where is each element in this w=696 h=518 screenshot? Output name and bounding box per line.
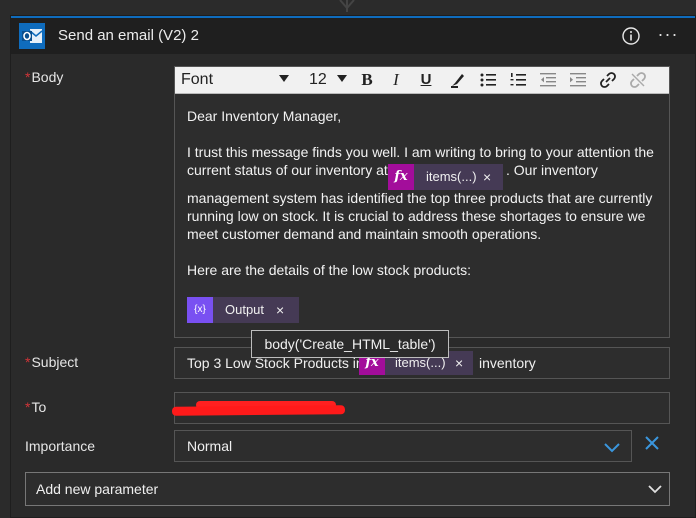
outlook-logo-icon (19, 23, 45, 49)
to-label: *To (25, 399, 47, 415)
chevron-down-icon[interactable] (648, 484, 662, 494)
body-paragraph-1-end: . Our inventory (506, 162, 598, 178)
numbered-list-icon (510, 73, 526, 86)
token-label: items(...) (426, 169, 477, 184)
highlighter-icon (451, 74, 464, 88)
fx-expression-icon: fx (388, 164, 414, 190)
flow-connector-icon (339, 0, 355, 12)
subject-text-after: inventory (479, 355, 536, 371)
font-select-caret-icon[interactable] (279, 75, 289, 82)
editor-toolbar: Font 12 B I U (175, 67, 669, 94)
action-title[interactable]: Send an email (V2) 2 (58, 27, 199, 44)
add-new-parameter-dropdown[interactable]: Add new parameter (25, 472, 670, 506)
decrease-indent-icon (540, 73, 556, 87)
increase-indent-icon (570, 73, 586, 87)
numbered-list-button[interactable] (507, 69, 529, 91)
font-select[interactable]: Font (181, 71, 213, 89)
info-circle-icon[interactable] (621, 26, 641, 46)
token-remove-icon[interactable]: × (455, 351, 463, 375)
bullet-list-icon (480, 73, 496, 87)
decrease-indent-button[interactable] (537, 69, 559, 91)
importance-label: Importance (25, 438, 96, 454)
underline-button[interactable]: U (415, 69, 437, 91)
bold-button[interactable]: B (356, 69, 378, 91)
bullet-list-button[interactable] (477, 69, 499, 91)
font-size-caret-icon[interactable] (337, 75, 347, 82)
subject-label: *Subject (25, 354, 79, 370)
importance-selected-value: Normal (187, 438, 233, 454)
more-ellipsis-icon[interactable]: ··· (656, 25, 680, 47)
increase-indent-button[interactable] (567, 69, 589, 91)
send-email-action-card: Send an email (V2) 2 ··· *Body Font 12 B… (10, 15, 696, 518)
unlink-icon (630, 72, 646, 88)
body-paragraph-2: management system has identified the top… (187, 190, 653, 242)
unlink-button[interactable] (627, 69, 649, 91)
font-size-select[interactable]: 12 (309, 71, 327, 89)
chevron-down-icon[interactable] (603, 441, 621, 453)
items-expression-token[interactable]: fx items(...) × (388, 164, 503, 190)
importance-dropdown[interactable]: Normal (174, 430, 632, 462)
highlight-button[interactable] (447, 69, 469, 91)
italic-button[interactable]: I (385, 69, 407, 91)
output-dynamic-token[interactable]: {x} Output × (187, 297, 299, 323)
body-editor[interactable]: Font 12 B I U Dear Inventory Manager, I … (174, 66, 670, 338)
link-icon (600, 72, 616, 88)
token-remove-icon[interactable]: × (276, 297, 284, 323)
required-marker: * (25, 399, 31, 415)
insert-link-button[interactable] (597, 69, 619, 91)
variable-icon: {x} (187, 297, 213, 323)
redaction-mark (171, 405, 346, 416)
action-header[interactable]: Send an email (V2) 2 ··· (11, 16, 695, 54)
expression-tooltip: body('Create_HTML_table') (251, 330, 449, 358)
token-label: Output (225, 302, 265, 317)
greeting-text: Dear Inventory Manager, (187, 108, 342, 124)
body-label: *Body (25, 69, 64, 85)
clear-importance-icon[interactable] (644, 435, 660, 451)
required-marker: * (25, 354, 31, 370)
add-new-parameter-placeholder: Add new parameter (36, 481, 159, 497)
body-paragraph-3: Here are the details of the low stock pr… (187, 262, 472, 278)
token-remove-icon[interactable]: × (483, 164, 491, 190)
required-marker: * (25, 69, 31, 85)
